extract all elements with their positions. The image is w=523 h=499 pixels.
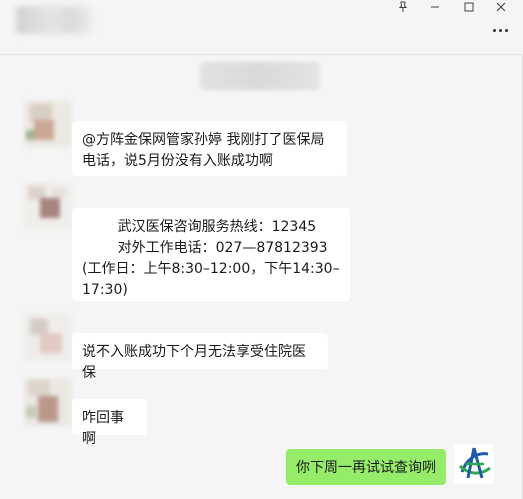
message-bubble[interactable]: 武汉医保咨询服务热线：12345 对外工作电话：027—87812393 (工作… xyxy=(72,208,350,301)
title-bar xyxy=(0,0,523,55)
minimize-icon[interactable] xyxy=(424,0,446,14)
self-message-bubble[interactable]: 你下周一再试试查询咧 xyxy=(286,449,446,485)
maximize-icon[interactable] xyxy=(458,0,480,14)
avatar[interactable] xyxy=(24,378,72,426)
chat-title-blurred xyxy=(16,6,92,34)
avatar[interactable] xyxy=(24,182,72,230)
avatar[interactable] xyxy=(24,313,72,361)
message-bubble[interactable]: 咋回事啊 xyxy=(72,399,147,447)
chat-window: @方阵金保网管家孙婷 我刚打了医保局电话，说5月份没有入账成功啊 武汉医保咨询服… xyxy=(0,0,523,499)
pin-icon[interactable] xyxy=(392,0,414,14)
avatar[interactable] xyxy=(24,100,72,148)
self-avatar-logo[interactable] xyxy=(454,444,494,484)
more-icon[interactable] xyxy=(490,22,510,38)
timestamp-blurred xyxy=(200,62,320,90)
message-bubble[interactable]: 说不入账成功下个月无法享受住院医保 xyxy=(72,333,328,381)
close-icon[interactable] xyxy=(490,0,512,14)
message-bubble[interactable]: @方阵金保网管家孙婷 我刚打了医保局电话，说5月份没有入账成功啊 xyxy=(72,121,347,176)
